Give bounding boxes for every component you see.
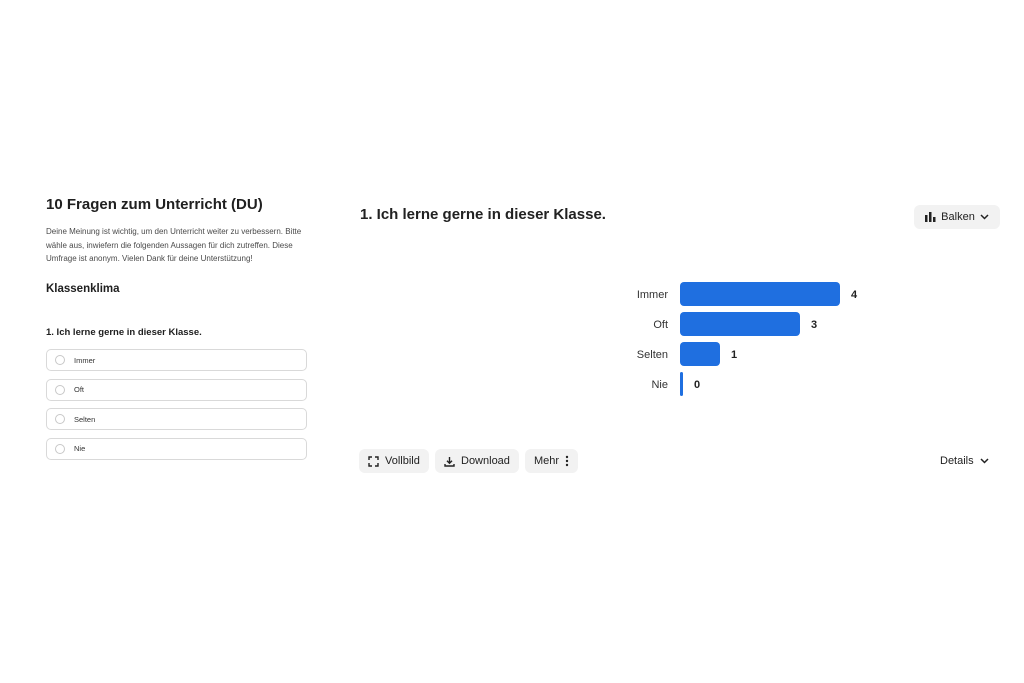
- value-label: 1: [731, 349, 737, 361]
- category-label: Oft: [653, 319, 668, 331]
- fullscreen-label: Vollbild: [385, 455, 420, 467]
- category-label: Selten: [637, 349, 668, 361]
- category-label: Immer: [637, 289, 669, 301]
- details-label: Details: [940, 455, 974, 467]
- option-immer[interactable]: Immer: [46, 349, 307, 371]
- chart-type-label: Balken: [941, 211, 975, 223]
- answer-options: Immer Oft Selten Nie: [46, 349, 307, 467]
- value-label: 4: [851, 289, 858, 301]
- option-selten[interactable]: Selten: [46, 408, 307, 430]
- value-label: 3: [811, 319, 817, 331]
- bar-chart-icon: [925, 212, 936, 222]
- option-nie[interactable]: Nie: [46, 437, 307, 460]
- results-title: 1. Ich lerne gerne in dieser Klasse.: [360, 206, 606, 223]
- fullscreen-icon: [368, 455, 379, 467]
- results-bar-chart: Immer 4 Oft 3 Selten 1 Nie 0: [637, 282, 858, 396]
- survey-title: 10 Fragen zum Unterricht (DU): [46, 196, 263, 213]
- option-label: Selten: [74, 414, 96, 424]
- download-button[interactable]: Download: [435, 449, 519, 473]
- radio-button[interactable]: [55, 384, 65, 395]
- more-vertical-icon: [565, 455, 569, 467]
- download-icon: [444, 456, 455, 467]
- radio-button[interactable]: [55, 443, 65, 454]
- question-title: 1. Ich lerne gerne in dieser Klasse.: [46, 327, 202, 338]
- fullscreen-button[interactable]: Vollbild: [359, 449, 429, 473]
- chevron-down-icon: [980, 214, 989, 220]
- chevron-down-icon: [980, 458, 989, 464]
- chart-type-dropdown[interactable]: Balken: [914, 205, 1000, 229]
- value-label: 0: [694, 379, 700, 391]
- download-label: Download: [461, 455, 510, 467]
- bar: [680, 342, 720, 366]
- radio-button[interactable]: [55, 414, 65, 424]
- option-oft[interactable]: Oft: [46, 378, 307, 401]
- more-button[interactable]: Mehr: [525, 449, 579, 473]
- survey-panel: 10 Fragen zum Unterricht (DU) Deine Mein…: [46, 196, 308, 266]
- details-toggle[interactable]: Details: [940, 449, 989, 473]
- option-label: Nie: [74, 444, 86, 453]
- survey-description: Deine Meinung ist wichtig, um den Unterr…: [46, 227, 302, 263]
- section-title: Klassenklima: [46, 283, 120, 295]
- bar: [680, 372, 683, 396]
- option-label: Oft: [74, 385, 85, 394]
- option-label: Immer: [74, 355, 96, 365]
- category-label: Nie: [651, 379, 668, 391]
- more-label: Mehr: [534, 455, 560, 467]
- bar: [680, 282, 840, 306]
- bar: [680, 312, 800, 336]
- radio-button[interactable]: [55, 355, 65, 365]
